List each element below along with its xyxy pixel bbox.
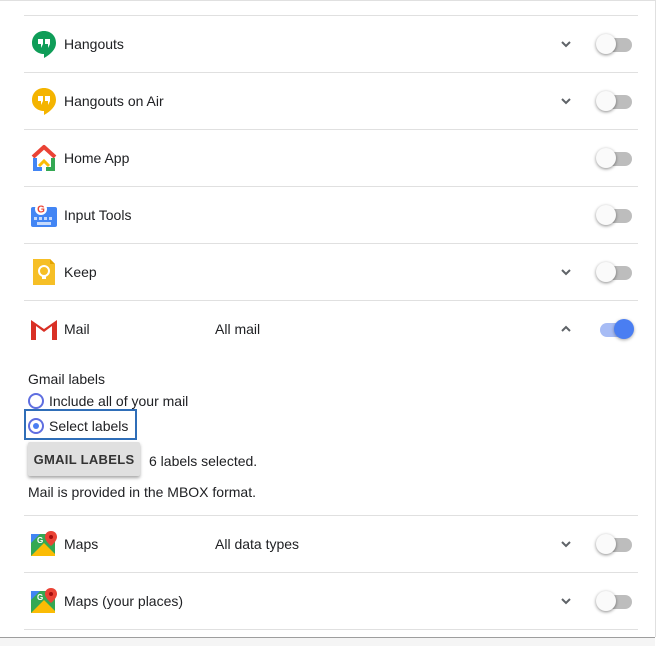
keep-icon — [33, 259, 55, 285]
svg-text:G: G — [37, 205, 45, 216]
toggle-hangouts[interactable] — [596, 33, 634, 55]
radio-label: Include all of your mail — [49, 393, 189, 409]
gmail-labels-button[interactable]: GMAIL LABELS — [28, 442, 140, 476]
chevron-down-icon[interactable] — [558, 264, 574, 280]
product-detail: All data types — [215, 536, 300, 552]
home-app-icon — [31, 145, 57, 171]
chevron-up-icon[interactable] — [558, 321, 574, 337]
product-row-keep: Keep — [0, 244, 655, 300]
product-row-maps: G Maps All data types — [0, 516, 655, 572]
toggle-mail[interactable] — [596, 318, 634, 340]
product-row-home-app: Home App — [0, 130, 655, 186]
toggle-maps[interactable] — [596, 533, 634, 555]
input-tools-icon: G — [31, 203, 57, 227]
radio-button[interactable] — [28, 393, 44, 409]
product-name: Mail — [64, 321, 90, 337]
product-name: Keep — [64, 264, 97, 280]
toggle-keep[interactable] — [596, 261, 634, 283]
product-detail: All mail — [215, 321, 261, 337]
product-name: Maps — [64, 536, 99, 552]
chevron-down-icon[interactable] — [558, 36, 574, 52]
chevron-down-icon[interactable] — [558, 536, 574, 552]
chevron-down-icon[interactable] — [558, 93, 574, 109]
product-name: Maps (your places) — [64, 593, 184, 609]
product-name: Hangouts — [64, 36, 124, 52]
focus-outline — [24, 409, 137, 440]
radio-include-all[interactable]: Include all of your mail — [28, 391, 188, 411]
svg-text:G: G — [37, 536, 43, 545]
row-divider — [24, 629, 638, 630]
maps-icon: G — [31, 531, 57, 556]
toggle-home-app[interactable] — [596, 147, 634, 169]
hangouts-icon — [32, 31, 56, 58]
maps-icon: G — [31, 588, 57, 613]
product-name: Home App — [64, 150, 130, 166]
labels-selected-text: 6 labels selected. — [149, 453, 258, 469]
gmail-labels-heading: Gmail labels — [28, 371, 106, 387]
toggle-hangouts-on-air[interactable] — [596, 90, 634, 112]
toggle-input-tools[interactable] — [596, 204, 634, 226]
product-row-hangouts: Hangouts — [0, 16, 655, 72]
top-divider — [0, 0, 655, 1]
product-row-hangouts-on-air: Hangouts on Air — [0, 73, 655, 129]
product-name: Hangouts on Air — [64, 93, 164, 109]
product-row-input-tools: G Input Tools — [0, 187, 655, 243]
gmail-icon — [31, 320, 57, 340]
product-name: Input Tools — [64, 207, 132, 223]
mbox-format-note: Mail is provided in the MBOX format. — [28, 484, 256, 500]
svg-text:G: G — [37, 593, 43, 602]
product-row-maps-your-places: G Maps (your places) — [0, 573, 655, 629]
chevron-down-icon[interactable] — [558, 593, 574, 609]
product-row-mail: Mail All mail — [0, 301, 655, 357]
hangouts-on-air-icon — [32, 88, 56, 115]
toggle-maps-your-places[interactable] — [596, 590, 634, 612]
